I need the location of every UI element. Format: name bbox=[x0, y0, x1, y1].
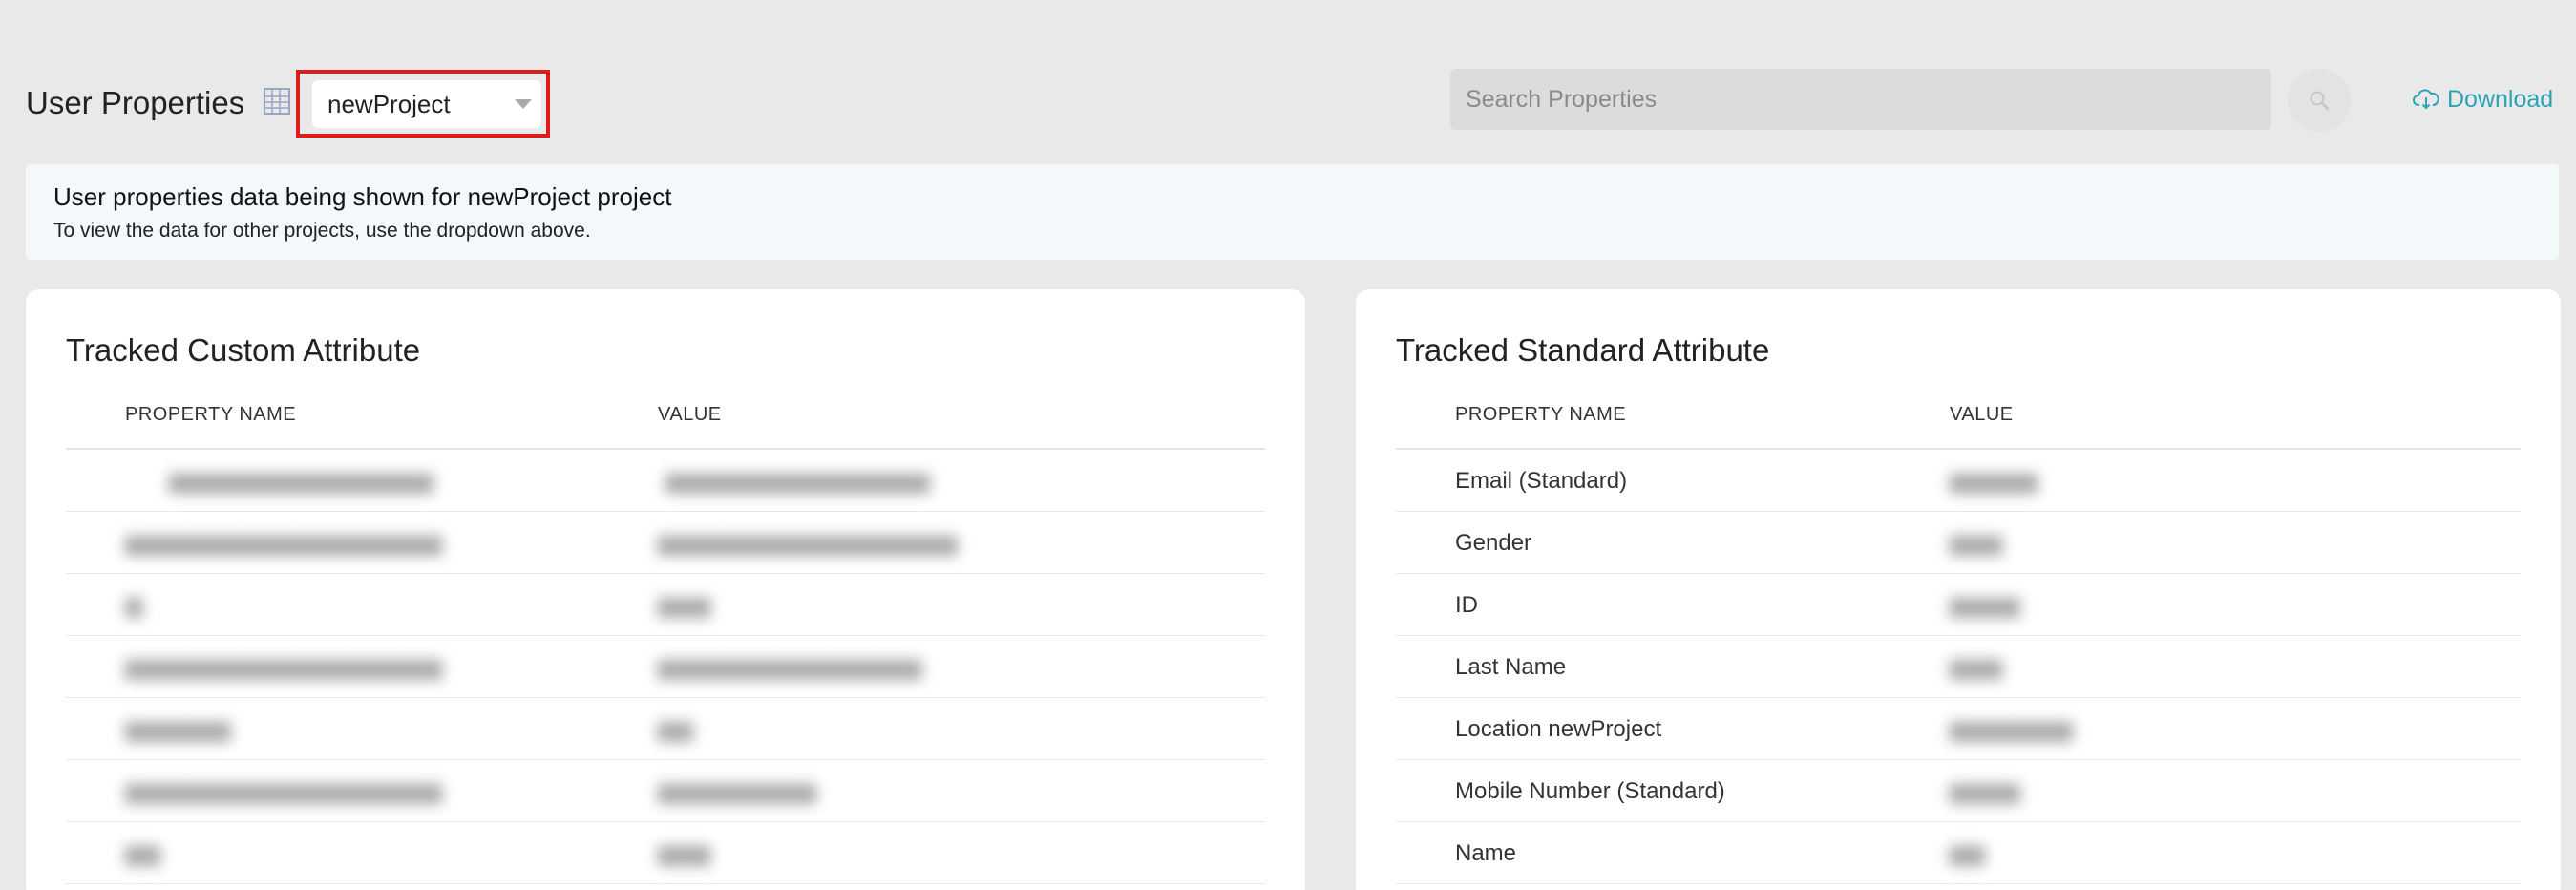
standard-attributes-table: PROPERTY NAME VALUE Email (Standard) ▆▆▆… bbox=[1396, 396, 2521, 884]
property-value-cell: ▆▆▆ bbox=[1950, 654, 2003, 680]
property-value-cell: ▆▆▆▆▆▆▆▆▆▆▆▆▆▆▆▆▆ bbox=[658, 530, 958, 556]
property-name-cell: ▆▆▆▆▆▆ bbox=[125, 716, 231, 742]
property-value-cell: ▆▆▆▆▆▆▆▆▆ bbox=[658, 778, 817, 804]
property-value-cell: ▆▆▆▆ bbox=[1950, 778, 2020, 804]
project-select[interactable]: newProject bbox=[312, 80, 541, 128]
property-value-cell: ▆▆▆▆▆ bbox=[1950, 468, 2038, 494]
building-icon bbox=[262, 86, 292, 117]
table-row: ▆▆▆▆▆▆▆▆▆▆▆▆▆▆▆▆▆▆ ▆▆▆▆▆▆▆▆▆▆▆▆▆▆▆ bbox=[66, 636, 1265, 698]
search-button[interactable] bbox=[2288, 69, 2351, 132]
property-value-cell: ▆▆▆▆▆▆▆ bbox=[1950, 716, 2074, 742]
custom-attributes-table: PROPERTY NAME VALUE ▆▆▆▆▆▆▆▆▆▆▆▆▆▆▆ ▆▆▆▆… bbox=[66, 396, 1265, 884]
table-row: ▆▆▆▆▆▆▆▆▆▆▆▆▆▆▆▆▆▆ ▆▆▆▆▆▆▆▆▆ bbox=[66, 760, 1265, 822]
download-link[interactable]: Download bbox=[2413, 82, 2553, 117]
standard-attributes-title: Tracked Standard Attribute bbox=[1396, 332, 1770, 368]
property-name-cell: ID bbox=[1455, 592, 1478, 618]
table-row: Gender ▆▆▆ bbox=[1396, 512, 2521, 574]
project-select-value: newProject bbox=[327, 90, 451, 118]
table-row: ▆▆▆▆▆▆▆▆▆▆▆▆▆▆▆ ▆▆▆▆▆▆▆▆▆▆▆▆▆▆▆ bbox=[66, 450, 1265, 512]
table-row: Mobile Number (Standard) ▆▆▆▆ bbox=[1396, 760, 2521, 822]
cloud-download-icon bbox=[2413, 89, 2439, 110]
property-name-cell: Location newProject bbox=[1455, 716, 1662, 742]
page-header: User Properties newProject Search Proper… bbox=[0, 0, 2576, 153]
property-name-cell: ▆▆ bbox=[125, 840, 160, 866]
property-name-cell: ▆▆▆▆▆▆▆▆▆▆▆▆▆▆▆ bbox=[169, 468, 433, 494]
column-header-value: VALUE bbox=[658, 404, 722, 425]
property-name-cell: Last Name bbox=[1455, 654, 1567, 680]
info-banner: User properties data being shown for new… bbox=[26, 164, 2559, 260]
column-header-value: VALUE bbox=[1950, 404, 2014, 425]
property-value-cell: ▆▆▆▆▆▆▆▆▆▆▆▆▆▆▆ bbox=[658, 654, 922, 680]
property-value-cell: ▆▆▆ bbox=[658, 840, 711, 866]
search-input[interactable] bbox=[1450, 69, 2271, 130]
standard-attributes-card: Tracked Standard Attribute PROPERTY NAME… bbox=[1356, 289, 2561, 890]
page-title: User Properties bbox=[26, 85, 245, 120]
property-name-cell: Gender bbox=[1455, 530, 1532, 556]
property-name-cell: Mobile Number (Standard) bbox=[1455, 778, 1725, 804]
info-banner-subtitle: To view the data for other projects, use… bbox=[53, 220, 591, 242]
property-value-cell: ▆▆ bbox=[658, 716, 693, 742]
property-name-cell: Email (Standard) bbox=[1455, 468, 1628, 494]
property-name-cell: ▆▆▆▆▆▆▆▆▆▆▆▆▆▆▆▆▆▆ bbox=[125, 654, 443, 680]
property-value-cell: ▆▆▆ bbox=[1950, 530, 2003, 556]
table-row: ▆▆ ▆▆▆ bbox=[66, 822, 1265, 884]
property-value-cell: ▆▆▆▆ bbox=[1950, 592, 2020, 618]
user-properties-page: User Properties newProject Search Proper… bbox=[0, 0, 2576, 890]
table-row: Location newProject ▆▆▆▆▆▆▆ bbox=[1396, 698, 2521, 760]
table-row: Name ▆▆ bbox=[1396, 822, 2521, 884]
property-name-cell: ▆▆▆▆▆▆▆▆▆▆▆▆▆▆▆▆▆▆ bbox=[125, 530, 443, 556]
custom-attributes-title: Tracked Custom Attribute bbox=[66, 332, 421, 368]
table-row: ▆▆▆▆▆▆▆▆▆▆▆▆▆▆▆▆▆▆ ▆▆▆▆▆▆▆▆▆▆▆▆▆▆▆▆▆ bbox=[66, 512, 1265, 574]
info-banner-title: User properties data being shown for new… bbox=[53, 182, 672, 211]
property-name-cell: ▆ bbox=[125, 592, 143, 618]
table-header: PROPERTY NAME VALUE bbox=[1396, 396, 2521, 450]
table-row: Last Name ▆▆▆ bbox=[1396, 636, 2521, 698]
property-value-cell: ▆▆▆▆▆▆▆▆▆▆▆▆▆▆▆ bbox=[665, 468, 930, 494]
search-icon bbox=[2310, 91, 2330, 111]
property-value-cell: ▆▆ bbox=[1950, 840, 1985, 866]
table-row: Email (Standard) ▆▆▆▆▆ bbox=[1396, 450, 2521, 512]
caret-down-icon bbox=[515, 99, 532, 109]
column-header-property-name: PROPERTY NAME bbox=[125, 404, 297, 425]
table-row: ▆ ▆▆▆ bbox=[66, 574, 1265, 636]
custom-attributes-card: Tracked Custom Attribute PROPERTY NAME V… bbox=[26, 289, 1305, 890]
property-value-cell: ▆▆▆ bbox=[658, 592, 711, 618]
download-label: Download bbox=[2447, 85, 2554, 113]
column-header-property-name: PROPERTY NAME bbox=[1455, 404, 1627, 425]
table-row: ▆▆▆▆▆▆ ▆▆ bbox=[66, 698, 1265, 760]
table-row: ID ▆▆▆▆ bbox=[1396, 574, 2521, 636]
property-name-cell: Name bbox=[1455, 840, 1517, 866]
property-name-cell: ▆▆▆▆▆▆▆▆▆▆▆▆▆▆▆▆▆▆ bbox=[125, 778, 443, 804]
table-header: PROPERTY NAME VALUE bbox=[66, 396, 1265, 450]
